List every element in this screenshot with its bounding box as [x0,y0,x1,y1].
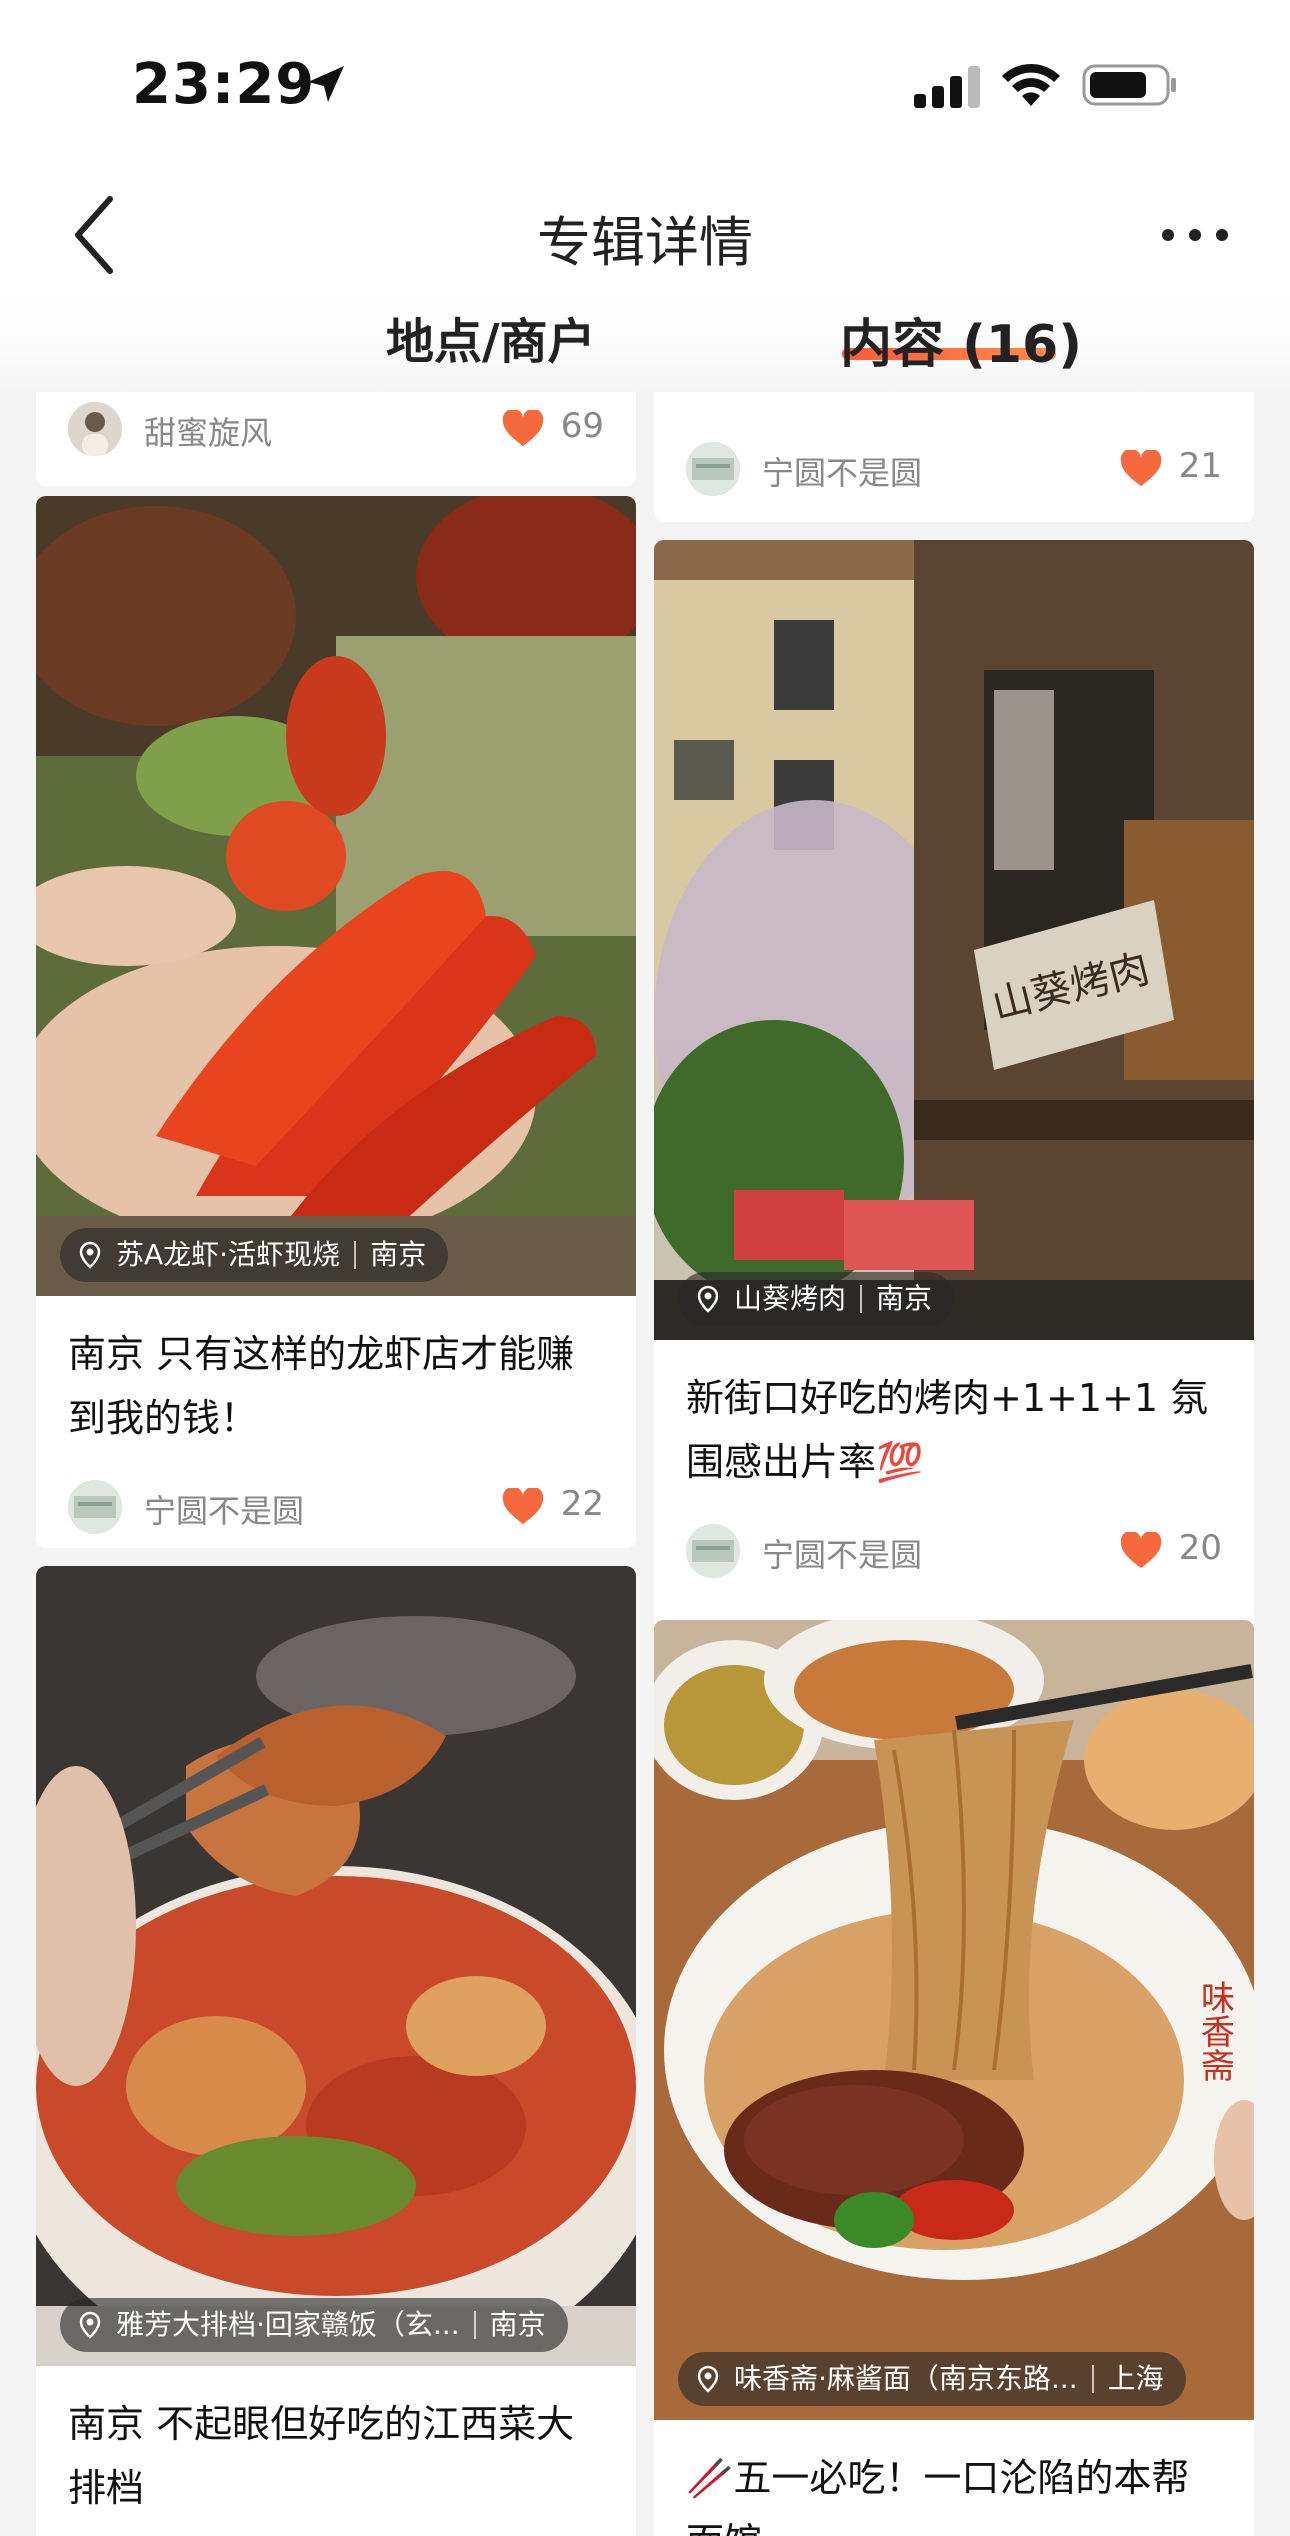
dish-photo [36,1566,636,2366]
nav-bar: 专辑详情 [0,170,1290,300]
location-pin-icon [79,2311,101,2339]
author-name[interactable]: 宁圆不是圆 [762,1530,922,1576]
location-tag[interactable]: 味香斋·麻酱面（南京东路... 上海 [678,2352,1186,2406]
post-meta: 宁圆不是圆 20 [654,1494,1254,1604]
post-card[interactable]: 雅芳大排档·回家赣饭（玄... 南京 南京 不起眼但好吃的江西菜大排档 [36,1566,636,2536]
divider [1091,2365,1094,2393]
post-meta: 宁圆不是圆 21 [654,412,1254,522]
post-title: 南京 只有这样的龙虾店才能赚到我的钱！ [68,1332,575,1440]
status-bar: 23:29 [0,0,1290,170]
post-image[interactable]: 山葵烤肉 山葵烤肉 南京 [654,540,1254,1340]
battery-icon [1082,64,1176,106]
post-card[interactable]: 没有对手 宁圆不是圆 21 [654,382,1254,522]
status-time: 23:29 [132,52,316,117]
post-card[interactable]: 苏A龙虾·活虾现烧 南京 南京 只有这样的龙虾店才能赚到我的钱！ 宁圆不是圆 2… [36,496,636,1548]
post-title: 新街口好吃的烤肉+1+1+1 氛围感出片率💯 [686,1376,1209,1484]
post-title: 南京 不起眼但好吃的江西菜大排档 [68,2402,575,2510]
like-count: 69 [560,406,604,446]
like-count: 20 [1178,1528,1222,1568]
post-image[interactable]: 雅芳大排档·回家赣饭（玄... 南京 [36,1566,636,2366]
location-name: 山葵烤肉 [734,1282,847,1315]
post-meta: 甜蜜旋风 69 [36,382,636,482]
like-count: 21 [1178,446,1222,486]
location-city: 南京 [876,1282,933,1315]
tab-bar: 地点/商户 内容 (16) [0,296,1290,392]
wifi-icon [1002,63,1060,106]
content-feed[interactable]: 甜蜜旋风 69 没有对手 宁圆不是圆 21 [0,382,1290,2536]
location-name: 味香斋·麻酱面（南京东路... [734,2362,1078,2395]
location-pin-icon [697,2365,719,2393]
divider [354,1241,357,1269]
location-tag[interactable]: 苏A龙虾·活虾现烧 南京 [60,1228,449,1282]
location-tag[interactable]: 山葵烤肉 南京 [678,1272,955,1326]
tab-places[interactable]: 地点/商户 [386,302,596,372]
avatar[interactable] [68,1480,122,1534]
post-image[interactable]: 味香斋 味香斋·麻酱面（南京东路... 上海 [654,1620,1254,2420]
location-pin-icon [79,1241,101,1269]
location-city: 南京 [489,2308,546,2341]
divider [860,1285,863,1313]
post-card[interactable]: 甜蜜旋风 69 [36,382,636,486]
avatar[interactable] [68,402,122,456]
location-name: 苏A龙虾·活虾现烧 [116,1238,341,1271]
like-count: 22 [560,1484,604,1524]
post-meta: 宁圆不是圆 22 [36,1450,636,1548]
heart-icon[interactable] [502,410,544,448]
location-city: 南京 [370,1238,427,1271]
post-card[interactable]: 味香斋 味香斋·麻酱面（南京东路... 上海 🥢五一必吃！一口沦陷的本帮面馆 [654,1620,1254,2536]
cellular-signal-icon [914,66,980,108]
tab-content[interactable]: 内容 (16) [840,302,1082,377]
location-name: 雅芳大排档·回家赣饭（玄... [116,2308,460,2341]
post-image[interactable]: 苏A龙虾·活虾现烧 南京 [36,496,636,1296]
location-tag[interactable]: 雅芳大排档·回家赣饭（玄... 南京 [60,2298,568,2352]
location-pin-icon [697,1285,719,1313]
heart-icon[interactable] [1120,1532,1162,1570]
author-name[interactable]: 宁圆不是圆 [144,1486,304,1532]
avatar[interactable] [686,1524,740,1578]
post-title: 🥢五一必吃！一口沦陷的本帮面馆 [686,2456,1190,2536]
crayfish-photo [36,496,636,1296]
author-name[interactable]: 宁圆不是圆 [762,448,922,494]
svg-text:味香斋: 味香斋 [1196,1980,1234,2082]
noodle-photo: 味香斋 [654,1620,1254,2420]
restaurant-photo: 山葵烤肉 [654,540,1254,1340]
location-arrow-icon [308,66,344,102]
avatar[interactable] [686,442,740,496]
location-city: 上海 [1107,2362,1164,2395]
more-options-icon[interactable] [1150,210,1240,260]
author-name[interactable]: 甜蜜旋风 [144,408,272,454]
heart-icon[interactable] [502,1488,544,1526]
divider [473,2311,476,2339]
post-card[interactable]: 山葵烤肉 山葵烤肉 南京 新街口好吃的烤肉+1+1+1 氛围感出片率💯 宁圆不是… [654,540,1254,1660]
heart-icon[interactable] [1120,450,1162,488]
page-title: 专辑详情 [537,211,753,274]
